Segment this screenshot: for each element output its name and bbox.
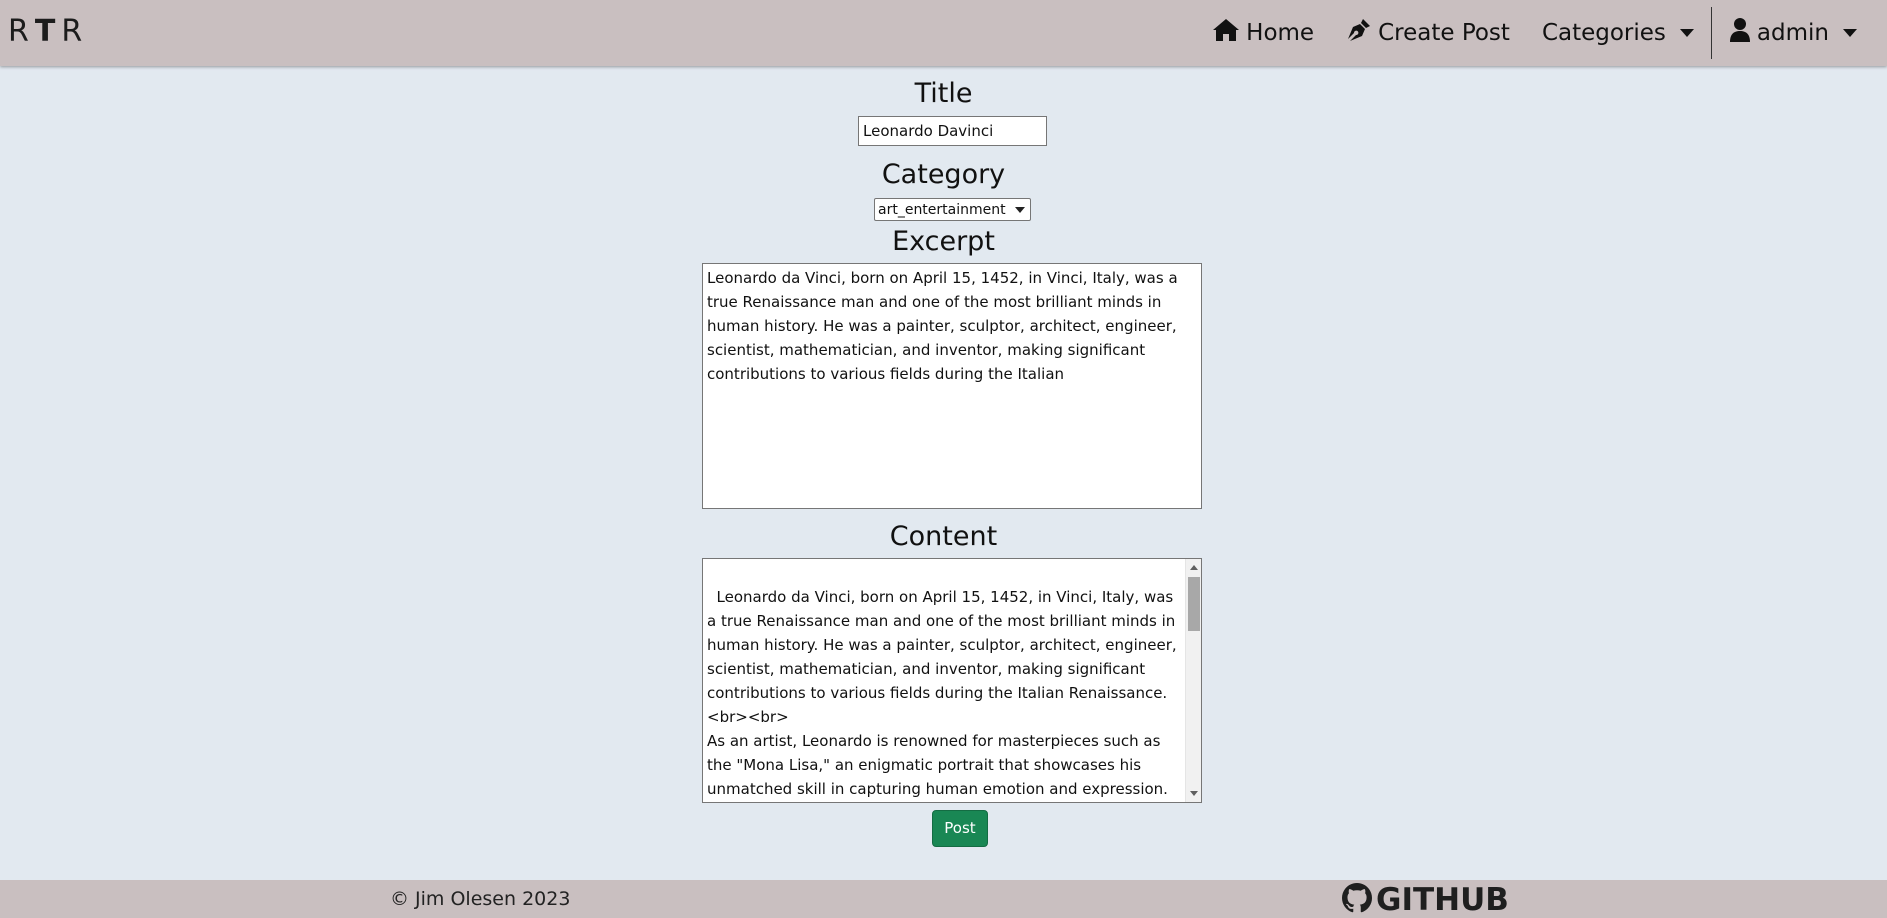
excerpt-textarea[interactable]: Leonardo da Vinci, born on April 15, 145… bbox=[702, 263, 1202, 509]
nav-admin-label: admin bbox=[1756, 20, 1829, 46]
brand-letter-3: R bbox=[61, 14, 89, 49]
caret-down-icon bbox=[1679, 29, 1694, 37]
user-icon bbox=[1729, 17, 1757, 49]
content-text: Leonardo da Vinci, born on April 15, 145… bbox=[707, 588, 1177, 798]
brand-letter-1: R bbox=[8, 14, 35, 49]
title-label: Title bbox=[914, 78, 973, 109]
scroll-down-arrow-icon[interactable] bbox=[1190, 791, 1198, 796]
brand-letter-2: T bbox=[34, 14, 62, 49]
navbar: RTR Home Create Post Categories admin bbox=[0, 0, 1887, 66]
github-icon bbox=[1342, 883, 1372, 917]
category-label: Category bbox=[881, 159, 1006, 190]
nav-home-label: Home bbox=[1246, 20, 1315, 46]
nav-categories-dropdown[interactable]: Categories bbox=[1526, 0, 1710, 66]
post-button[interactable]: Post bbox=[932, 810, 988, 847]
home-icon bbox=[1212, 18, 1246, 48]
github-label: GITHUB bbox=[1376, 882, 1509, 918]
pen-nib-icon bbox=[1346, 17, 1378, 49]
caret-down-icon bbox=[1843, 29, 1857, 37]
nav-create-post-label: Create Post bbox=[1378, 20, 1510, 46]
nav-links: Home Create Post Categories admin bbox=[1196, 0, 1887, 66]
title-input[interactable] bbox=[858, 116, 1047, 146]
copyright-text: © Jim Olesen 2023 bbox=[390, 888, 571, 910]
chevron-down-icon bbox=[1015, 206, 1025, 213]
nav-divider bbox=[1710, 7, 1712, 59]
content-label: Content bbox=[889, 521, 998, 552]
nav-home[interactable]: Home bbox=[1196, 0, 1330, 66]
nav-create-post[interactable]: Create Post bbox=[1330, 0, 1526, 66]
content-scrollbar[interactable] bbox=[1185, 559, 1201, 802]
category-select[interactable]: art_entertainment bbox=[874, 198, 1031, 221]
nav-admin-dropdown[interactable]: admin bbox=[1713, 0, 1887, 66]
category-selected-value: art_entertainment bbox=[878, 201, 1006, 218]
footer: © Jim Olesen 2023 GITHUB bbox=[0, 880, 1887, 918]
content-textarea[interactable]: Leonardo da Vinci, born on April 15, 145… bbox=[702, 558, 1202, 803]
scroll-up-arrow-icon[interactable] bbox=[1190, 565, 1198, 570]
nav-categories-label: Categories bbox=[1541, 20, 1666, 46]
excerpt-label: Excerpt bbox=[892, 226, 995, 257]
github-link[interactable]: GITHUB bbox=[1342, 882, 1509, 918]
brand-logo[interactable]: RTR bbox=[8, 14, 88, 49]
scrollbar-thumb[interactable] bbox=[1188, 577, 1200, 631]
